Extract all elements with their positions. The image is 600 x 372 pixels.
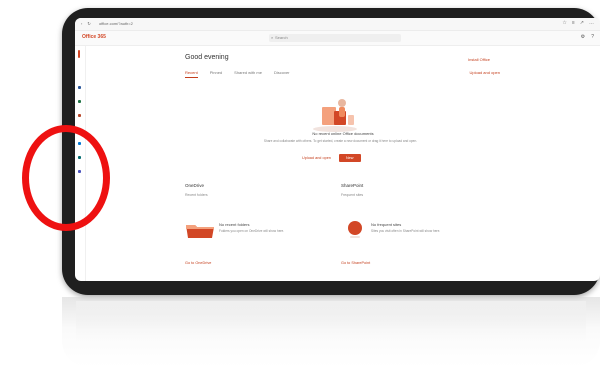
- share-icon[interactable]: ↗: [580, 20, 584, 26]
- tab-recent[interactable]: Recent: [185, 70, 198, 78]
- help-icon[interactable]: ?: [591, 34, 594, 40]
- tablet-screen: ‹ ↻ office.com/?auth=2 ☆ ≡ ↗ … Office 36…: [75, 18, 600, 281]
- install-office-link[interactable]: Install Office: [468, 57, 490, 62]
- excel-icon[interactable]: [78, 100, 81, 103]
- file-tabs: Recent Pinned Shared with me Discover: [185, 70, 290, 78]
- back-icon[interactable]: ‹: [81, 21, 82, 26]
- browser-nav: ‹ ↻: [81, 21, 91, 26]
- sharepoint-card-body: Sites you visit often in SharePoint will…: [371, 229, 441, 233]
- browser-tools: ☆ ≡ ↗ …: [562, 20, 594, 26]
- go-to-sharepoint-link[interactable]: Go to SharePoint: [341, 261, 370, 265]
- sharepoint-card-title: No frequent sites: [371, 222, 402, 227]
- onedrive-card-title: No recent folders: [219, 222, 250, 227]
- gear-icon[interactable]: ⚙: [581, 34, 585, 40]
- search-input[interactable]: ⌕ Search: [269, 34, 401, 42]
- empty-state-actions: Upload and open New: [302, 154, 361, 162]
- new-document-button[interactable]: New: [338, 154, 361, 162]
- search-placeholder: Search: [275, 35, 288, 40]
- address-bar[interactable]: office.com/?auth=2: [99, 20, 209, 27]
- powerpoint-icon[interactable]: [78, 114, 81, 117]
- app-name[interactable]: Office 365: [82, 34, 106, 40]
- sharepoint-section-subtitle: Frequent sites: [341, 193, 364, 197]
- site-icon: [348, 221, 362, 238]
- upload-and-open-link[interactable]: Upload and open: [470, 70, 500, 75]
- onedrive-card-body: Folders you open on OneDrive will show h…: [219, 229, 285, 233]
- header-actions: ⚙ ?: [581, 34, 594, 40]
- refresh-icon[interactable]: ↻: [87, 21, 90, 26]
- reflection-highlight: [76, 301, 586, 341]
- onedrive-section-subtitle: Recent folders: [185, 193, 208, 197]
- rail-active-indicator: [78, 50, 80, 58]
- tab-discover[interactable]: Discover: [274, 70, 290, 78]
- tab-pinned[interactable]: Pinned: [210, 70, 222, 78]
- more-icon[interactable]: …: [589, 20, 594, 26]
- device-reflection: [62, 297, 600, 367]
- go-to-onedrive-link[interactable]: Go to OneDrive: [185, 261, 211, 265]
- upload-and-open-button[interactable]: Upload and open: [302, 156, 331, 160]
- star-icon[interactable]: ☆: [562, 20, 566, 26]
- app-header: Office 365 ⌕ Search ⚙ ?: [75, 31, 600, 46]
- word-icon[interactable]: [78, 86, 81, 89]
- empty-state-title: No recent online Office documents: [312, 131, 374, 136]
- folder-icon: [186, 225, 214, 238]
- sharepoint-section-title: SharePoint: [341, 183, 364, 188]
- search-icon: ⌕: [271, 35, 274, 40]
- red-annotation-circle: [22, 125, 110, 231]
- tab-shared[interactable]: Shared with me: [234, 70, 262, 78]
- empty-state-body: Share and collaborate with others. To ge…: [263, 139, 418, 143]
- page-title: Good evening: [185, 54, 229, 61]
- browser-toolbar: ‹ ↻ office.com/?auth=2 ☆ ≡ ↗ …: [75, 18, 600, 31]
- onedrive-section-title: OneDrive: [185, 183, 205, 188]
- empty-state-illustration: [313, 99, 357, 132]
- hub-icon[interactable]: ≡: [572, 20, 575, 26]
